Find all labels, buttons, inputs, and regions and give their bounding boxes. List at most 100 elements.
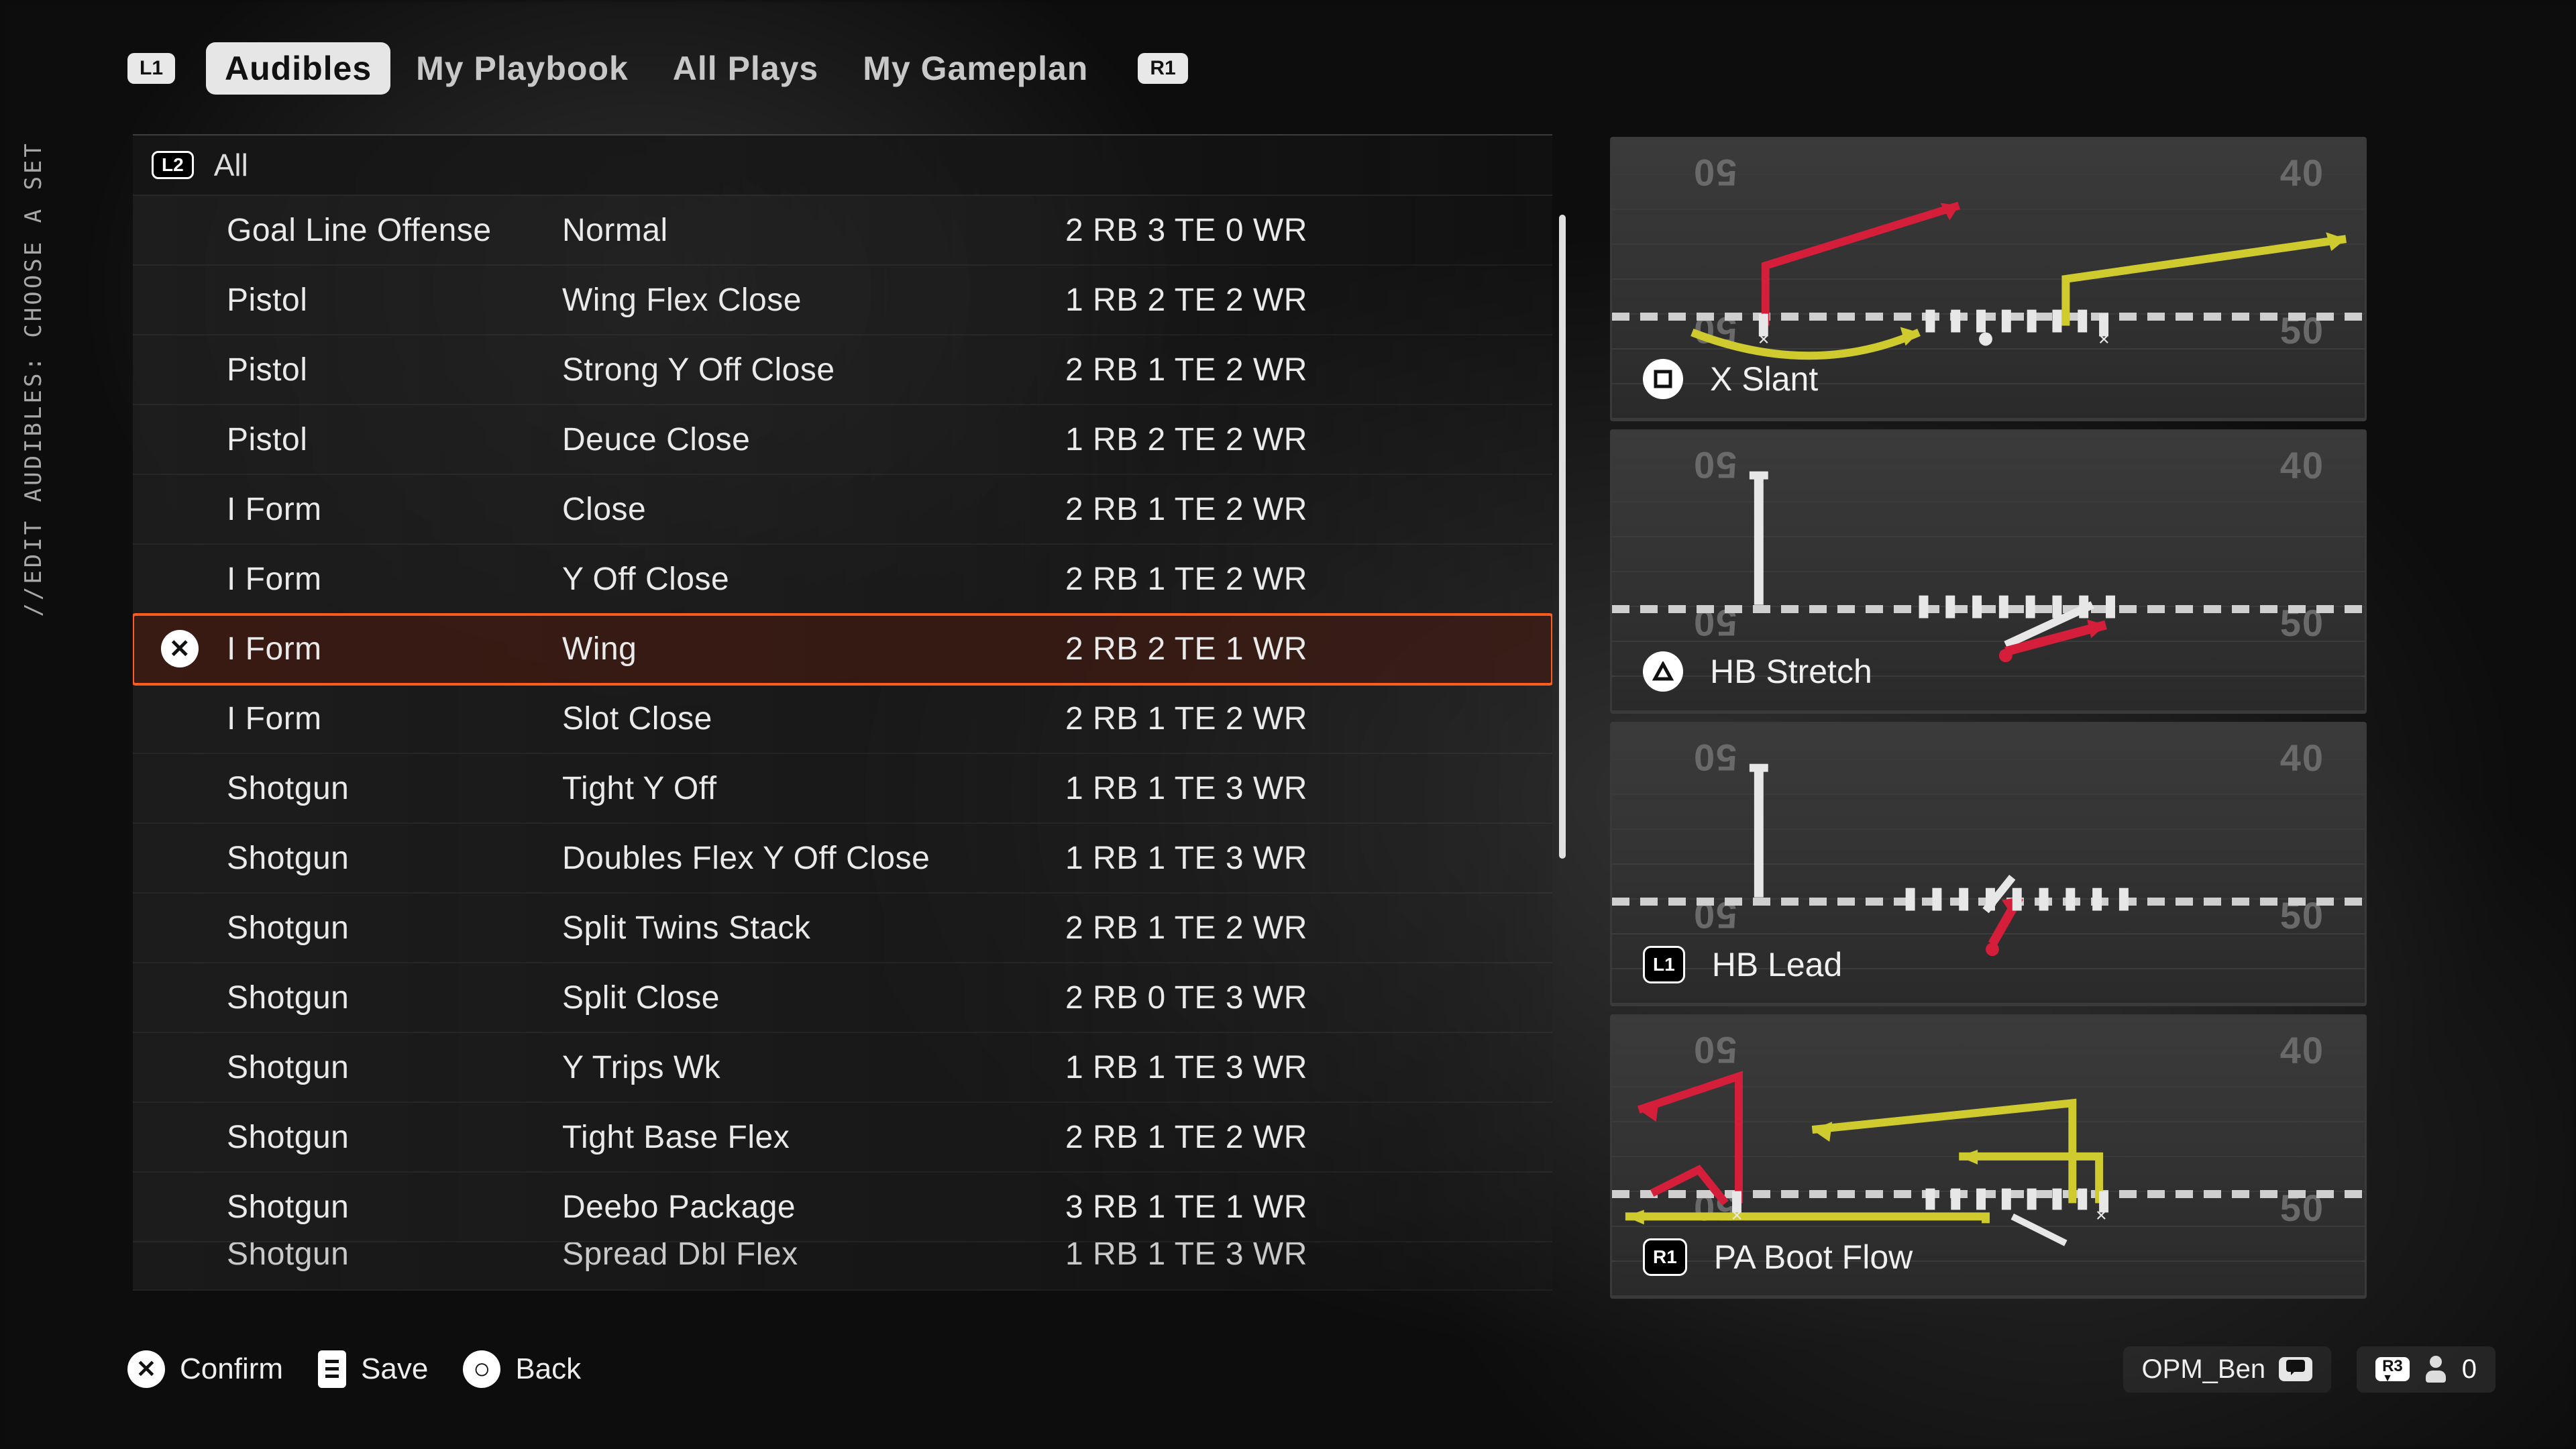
l1-bumper-icon[interactable]: L1 <box>127 53 175 84</box>
set-name: Doubles Flex Y Off Close <box>562 840 1065 877</box>
set-name: Deuce Close <box>562 421 1065 458</box>
personnel: 1 RB 1 TE 3 WR <box>1065 1242 1552 1273</box>
personnel: 2 RB 1 TE 2 WR <box>1065 352 1552 388</box>
confirm-button[interactable]: ✕ Confirm <box>127 1350 283 1388</box>
back-button[interactable]: ○ Back <box>463 1350 581 1388</box>
play-card-hb-lead[interactable]: 50405050L1HB Lead <box>1610 722 2367 1006</box>
formation-row[interactable]: I FormY Off Close2 RB 1 TE 2 WR <box>133 545 1552 614</box>
personnel: 2 RB 0 TE 3 WR <box>1065 979 1552 1016</box>
svg-text:✕: ✕ <box>2095 1207 2107 1224</box>
save-label: Save <box>361 1352 428 1386</box>
set-name: Slot Close <box>562 700 1065 737</box>
set-name: Wing <box>562 631 1065 667</box>
formation-list-panel: L2 All Goal Line OffenseNormal2 RB 3 TE … <box>133 134 1552 1301</box>
filter-row[interactable]: L2 All <box>133 134 1552 196</box>
cross-icon: ✕ <box>127 1350 165 1388</box>
formation-row[interactable]: ShotgunDoubles Flex Y Off Close1 RB 1 TE… <box>133 824 1552 894</box>
cross-icon: ✕ <box>161 630 199 667</box>
formation-row[interactable]: ShotgunSplit Close2 RB 0 TE 3 WR <box>133 963 1552 1033</box>
personnel: 2 RB 1 TE 2 WR <box>1065 700 1552 737</box>
formation-name: Shotgun <box>227 979 562 1016</box>
friends-count: 0 <box>2462 1354 2477 1385</box>
formation-name: I Form <box>227 491 562 528</box>
scrollbar[interactable] <box>1559 215 1566 859</box>
filter-label: All <box>214 147 248 183</box>
formation-name: Goal Line Offense <box>227 212 562 249</box>
formation-name: Pistol <box>227 352 562 388</box>
play-name: HB Lead <box>1712 945 1843 984</box>
formation-row[interactable]: ShotgunSpread Dbl Flex1 RB 1 TE 3 WR <box>133 1242 1552 1291</box>
personnel: 1 RB 2 TE 2 WR <box>1065 421 1552 458</box>
formation-name: I Form <box>227 561 562 598</box>
set-name: Split Close <box>562 979 1065 1016</box>
set-name: Normal <box>562 212 1065 249</box>
formation-name: Shotgun <box>227 910 562 947</box>
l2-button-icon[interactable]: L2 <box>152 151 194 179</box>
personnel: 1 RB 1 TE 3 WR <box>1065 1049 1552 1086</box>
play-card-pa-boot-flow[interactable]: 50405050✕✕R1PA Boot Flow <box>1610 1014 2367 1299</box>
formation-row[interactable]: Goal Line OffenseNormal2 RB 3 TE 0 WR <box>133 196 1552 266</box>
formation-name: Shotgun <box>227 840 562 877</box>
bottom-bar: ✕ Confirm Save ○ Back OPM_Ben <box>127 1339 2496 1399</box>
formation-name: Shotgun <box>227 1119 562 1156</box>
person-icon <box>2424 1356 2447 1383</box>
formation-row[interactable]: I FormSlot Close2 RB 1 TE 2 WR <box>133 684 1552 754</box>
formation-row[interactable]: PistolWing Flex Close1 RB 2 TE 2 WR <box>133 266 1552 335</box>
play-card-x-slant[interactable]: 50405050✕✕X Slant <box>1610 137 2367 421</box>
formation-row[interactable]: PistolStrong Y Off Close2 RB 1 TE 2 WR <box>133 335 1552 405</box>
formation-row[interactable]: I FormClose2 RB 1 TE 2 WR <box>133 475 1552 545</box>
play-name: X Slant <box>1710 360 1818 398</box>
circle-icon: ○ <box>463 1350 500 1388</box>
tab-audibles[interactable]: Audibles <box>206 42 390 95</box>
formation-rows: Goal Line OffenseNormal2 RB 3 TE 0 WRPis… <box>133 196 1552 1301</box>
r1-icon: R1 <box>1643 1238 1687 1276</box>
personnel: 1 RB 1 TE 3 WR <box>1065 840 1552 877</box>
formation-name: Pistol <box>227 421 562 458</box>
formation-name: Shotgun <box>227 1242 562 1273</box>
formation-row[interactable]: ShotgunTight Base Flex2 RB 1 TE 2 WR <box>133 1103 1552 1173</box>
personnel: 2 RB 1 TE 2 WR <box>1065 491 1552 528</box>
formation-name: Pistol <box>227 282 562 319</box>
formation-row[interactable]: ✕I FormWing2 RB 2 TE 1 WR <box>133 614 1552 684</box>
r1-bumper-icon[interactable]: R1 <box>1138 53 1187 84</box>
tabs-container: AudiblesMy PlaybookAll PlaysMy Gameplan <box>206 42 1107 95</box>
tab-all-plays[interactable]: All Plays <box>654 42 837 95</box>
personnel: 3 RB 1 TE 1 WR <box>1065 1189 1552 1226</box>
formation-row[interactable]: PistolDeuce Close1 RB 2 TE 2 WR <box>133 405 1552 475</box>
formation-row[interactable]: ShotgunTight Y Off1 RB 1 TE 3 WR <box>133 754 1552 824</box>
triangle-icon <box>1643 651 1683 692</box>
set-name: Split Twins Stack <box>562 910 1065 947</box>
play-name: HB Stretch <box>1710 652 1872 691</box>
r3-icon: R3▼ <box>2375 1357 2410 1381</box>
set-name: Y Trips Wk <box>562 1049 1065 1086</box>
top-tab-bar: L1 AudiblesMy PlaybookAll PlaysMy Gamepl… <box>127 39 1188 98</box>
tab-my-playbook[interactable]: My Playbook <box>397 42 647 95</box>
set-name: Strong Y Off Close <box>562 352 1065 388</box>
tab-my-gameplan[interactable]: My Gameplan <box>844 42 1107 95</box>
svg-text:✕: ✕ <box>1731 1207 1743 1224</box>
set-name: Close <box>562 491 1065 528</box>
save-button[interactable]: Save <box>318 1350 428 1388</box>
set-name: Y Off Close <box>562 561 1065 598</box>
set-name: Tight Base Flex <box>562 1119 1065 1156</box>
user-chip[interactable]: OPM_Ben <box>2123 1346 2332 1393</box>
formation-row[interactable]: ShotgunSplit Twins Stack2 RB 1 TE 2 WR <box>133 894 1552 963</box>
l1-icon: L1 <box>1643 946 1685 983</box>
play-preview-column: 50405050✕✕X Slant50405050HB Stretch50405… <box>1610 137 2367 1299</box>
personnel: 1 RB 2 TE 2 WR <box>1065 282 1552 319</box>
play-name: PA Boot Flow <box>1714 1238 1913 1277</box>
square-icon <box>1643 359 1683 399</box>
set-name: Wing Flex Close <box>562 282 1065 319</box>
friends-pill[interactable]: R3▼ 0 <box>2357 1346 2496 1393</box>
formation-name: Shotgun <box>227 1189 562 1226</box>
formation-row[interactable]: ShotgunY Trips Wk1 RB 1 TE 3 WR <box>133 1033 1552 1103</box>
set-name: Deebo Package <box>562 1189 1065 1226</box>
chat-icon <box>2279 1357 2312 1381</box>
personnel: 2 RB 1 TE 2 WR <box>1065 561 1552 598</box>
formation-name: Shotgun <box>227 1049 562 1086</box>
formation-row[interactable]: ShotgunDeebo Package3 RB 1 TE 1 WR <box>133 1173 1552 1242</box>
svg-text:✕: ✕ <box>1758 331 1770 347</box>
personnel: 1 RB 1 TE 3 WR <box>1065 770 1552 807</box>
play-card-hb-stretch[interactable]: 50405050HB Stretch <box>1610 429 2367 714</box>
set-name: Tight Y Off <box>562 770 1065 807</box>
